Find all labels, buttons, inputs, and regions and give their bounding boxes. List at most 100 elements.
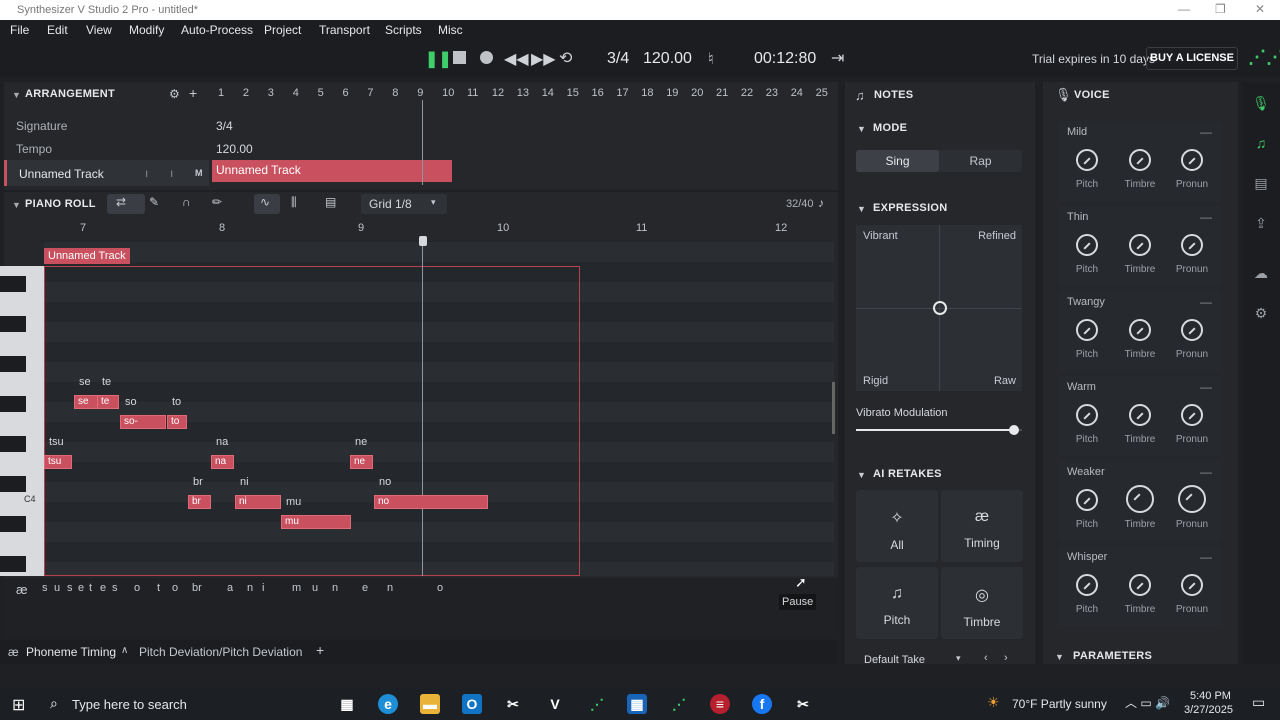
black-key[interactable]	[0, 476, 26, 492]
pause-icon[interactable]: ❚❚	[425, 49, 452, 69]
knob-timbre[interactable]	[1129, 574, 1151, 596]
knob-pitch[interactable]	[1076, 234, 1098, 256]
position-display[interactable]: 00:12:80	[754, 50, 816, 68]
menu-file[interactable]: File	[10, 23, 29, 37]
menu-scripts[interactable]: Scripts	[385, 23, 422, 37]
vibrato-handle[interactable]	[1008, 425, 1019, 435]
knob-pronun[interactable]	[1181, 574, 1203, 596]
maximize-icon[interactable]: ❐	[1215, 2, 1226, 16]
collapse-icon[interactable]: ▼	[12, 200, 21, 210]
phoneme-item[interactable]: m	[292, 582, 301, 594]
rewind-icon[interactable]: ◀◀	[504, 49, 529, 69]
curve-tool-icon[interactable]: ∩	[182, 195, 191, 209]
black-key[interactable]	[0, 356, 26, 372]
phoneme-item[interactable]: a	[227, 582, 233, 594]
synthv-icon[interactable]: ⋰	[587, 694, 607, 714]
retake-all-button[interactable]: ✧ All	[856, 490, 938, 562]
black-key[interactable]	[0, 276, 26, 292]
phoneme-item[interactable]: n	[387, 582, 393, 594]
taskbar-search[interactable]: Type here to search	[72, 697, 187, 712]
phoneme-item[interactable]: s	[42, 582, 48, 594]
vibrato-slider[interactable]	[856, 425, 1022, 435]
knob-pitch[interactable]	[1076, 404, 1098, 426]
grid-select[interactable]: Grid 1/8 ▾	[361, 194, 447, 214]
phoneme-item[interactable]: o	[134, 582, 140, 594]
phoneme-item[interactable]: e	[362, 582, 368, 594]
collapse-icon[interactable]: —	[1200, 210, 1212, 224]
collapse-icon[interactable]: —	[1200, 295, 1212, 309]
knob-pronun[interactable]	[1181, 319, 1203, 341]
piano-roll-ruler[interactable]: 7 8 9 10 11 12	[44, 222, 834, 236]
windows-start-icon[interactable]: ⊞	[12, 695, 25, 715]
knob-timbre[interactable]	[1129, 404, 1151, 426]
facebook-icon[interactable]: f	[752, 694, 772, 714]
synthv-icon[interactable]: ⋰	[669, 694, 689, 714]
knob-pitch[interactable]	[1076, 574, 1098, 596]
knob-pronun[interactable]	[1181, 149, 1203, 171]
retake-pitch-button[interactable]: ♫ Pitch	[856, 567, 938, 639]
knob-pronun[interactable]	[1178, 485, 1206, 513]
phoneme-lane[interactable]: æ s u s e t e s o t o br a n i m u n e n o	[4, 578, 838, 638]
note-icon[interactable]: ♪	[818, 196, 824, 210]
knob-timbre[interactable]	[1126, 485, 1154, 513]
time-signature-display[interactable]: 3/4	[607, 50, 629, 68]
arrangement-ruler[interactable]: 1 2 3 4 5 6 7 8 9 10 11 12 13 14 15 16 17 18 19 20 21 22 23 24 2…	[218, 87, 838, 101]
rap-button[interactable]: Rap	[939, 150, 1022, 172]
capcut-icon[interactable]: ✂	[503, 694, 523, 714]
search-icon[interactable]: ⌕	[50, 695, 58, 712]
piano-keyboard[interactable]: C4	[0, 266, 44, 576]
collapse-icon[interactable]: —	[1200, 465, 1212, 479]
add-track-icon[interactable]: +	[189, 85, 197, 101]
menu-auto-process[interactable]: Auto-Process	[181, 23, 253, 37]
add-tab-icon[interactable]: +	[316, 642, 324, 658]
collapse-icon[interactable]: ▼	[857, 470, 866, 480]
chevron-right-icon[interactable]: ›	[1004, 652, 1008, 664]
playhead[interactable]	[422, 100, 423, 185]
calendar-icon[interactable]: ▤	[325, 195, 336, 209]
note-block[interactable]: tsu	[44, 455, 72, 469]
knob-pronun[interactable]	[1181, 234, 1203, 256]
jump-end-icon[interactable]: ⇥	[831, 48, 844, 68]
metronome-icon[interactable]: ♮	[708, 49, 714, 69]
weather-icon[interactable]: ☀	[987, 694, 1000, 711]
black-key[interactable]	[0, 436, 26, 452]
note-block[interactable]: na	[211, 455, 234, 469]
phoneme-item[interactable]: s	[112, 582, 118, 594]
note-block[interactable]: so-	[120, 415, 166, 429]
minimize-icon[interactable]: —	[1178, 2, 1190, 16]
chevron-left-icon[interactable]: ‹	[984, 652, 988, 664]
phoneme-item[interactable]: u	[312, 582, 318, 594]
black-key[interactable]	[0, 556, 26, 572]
mode-switch[interactable]: Sing Rap	[856, 150, 1022, 172]
menu-edit[interactable]: Edit	[47, 23, 68, 37]
outlook-icon[interactable]: O	[462, 694, 482, 714]
phoneme-item[interactable]: n	[332, 582, 338, 594]
knob-pronun[interactable]	[1181, 404, 1203, 426]
phoneme-item[interactable]: br	[192, 582, 202, 594]
edge-icon[interactable]: e	[378, 694, 398, 714]
knob-pitch[interactable]	[1076, 489, 1098, 511]
playhead[interactable]	[422, 236, 423, 576]
note-block[interactable]: mu	[281, 515, 351, 529]
knob-timbre[interactable]	[1129, 149, 1151, 171]
tempo-value[interactable]: 120.00	[216, 142, 253, 156]
note-block[interactable]: no	[374, 495, 488, 509]
v-app-icon[interactable]: V	[545, 694, 565, 714]
playhead-handle[interactable]	[419, 236, 427, 246]
pan-icon[interactable]: ı	[170, 166, 173, 180]
close-icon[interactable]: ✕	[1255, 2, 1265, 16]
menu-project[interactable]: Project	[264, 23, 301, 37]
task-view-icon[interactable]: ▦	[337, 694, 357, 714]
tab-pitch-deviation[interactable]: Pitch Deviation/Pitch Deviation	[139, 645, 302, 659]
collapse-icon[interactable]: ▼	[857, 124, 866, 134]
tempo-display[interactable]: 120.00	[643, 50, 692, 68]
knob-timbre[interactable]	[1129, 234, 1151, 256]
folder-icon[interactable]: ▬	[420, 694, 440, 714]
expression-handle[interactable]	[933, 301, 947, 315]
collapse-icon[interactable]: ▼	[12, 90, 21, 100]
knob-pitch[interactable]	[1076, 319, 1098, 341]
phoneme-item[interactable]: t	[89, 582, 92, 594]
app-icon[interactable]: ≡	[710, 694, 730, 714]
menu-transport[interactable]: Transport	[319, 23, 370, 37]
menu-misc[interactable]: Misc	[438, 23, 463, 37]
